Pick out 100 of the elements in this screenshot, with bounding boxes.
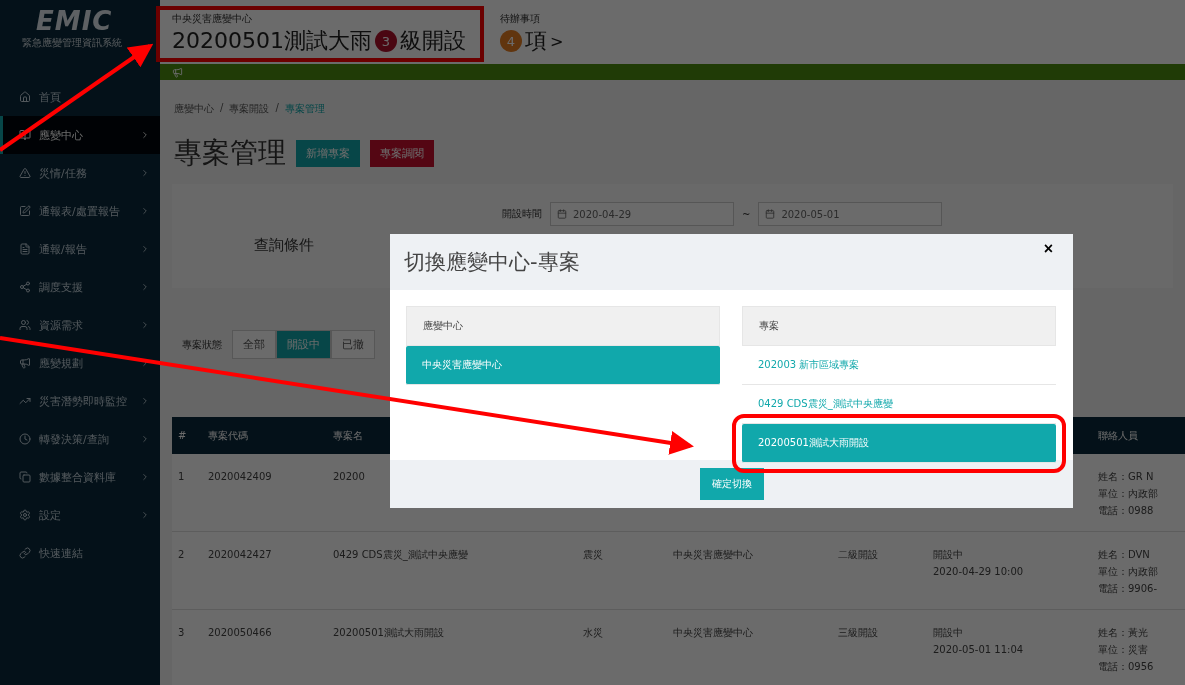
- todo-text: 項: [525, 27, 547, 55]
- column-header: 聯絡人員: [1097, 428, 1139, 443]
- todo-label: 待辦事項: [500, 12, 541, 26]
- date-field[interactable]: 2020-04-29: [550, 202, 734, 226]
- megaphone-icon: [19, 357, 31, 369]
- sidebar-item[interactable]: 首頁: [0, 78, 160, 116]
- level-text: 級開設: [400, 27, 466, 55]
- close-button[interactable]: ×: [1037, 240, 1059, 258]
- sidebar-item-label: 應變中心: [39, 127, 84, 143]
- query-title: 查詢條件: [254, 236, 314, 255]
- sidebar-item[interactable]: 應變規劃: [0, 344, 160, 382]
- logo-subtitle: 緊急應變管理資訊系統: [22, 36, 122, 50]
- chevron-icon: [140, 168, 150, 178]
- share-icon: [19, 281, 31, 293]
- table-cell-text: 1: [177, 470, 186, 484]
- sidebar-item-label: 通報表/處置報告: [39, 203, 121, 219]
- sidebar-item[interactable]: 災情/任務: [0, 154, 160, 192]
- column-heading: 專案: [742, 306, 1056, 346]
- chevron-icon: [140, 206, 150, 216]
- column-header[interactable]: 專案代碼: [202, 428, 327, 443]
- chevron-icon: [140, 510, 150, 520]
- contact-line: 姓名：DVN: [1097, 548, 1151, 562]
- status-filter-button[interactable]: 開設中: [276, 330, 331, 359]
- table-cell-text: 20200501測試大雨開設: [332, 626, 445, 640]
- calendar-icon: [557, 209, 567, 219]
- sidebar-item-label: 快速連結: [39, 545, 84, 561]
- chevron-icon: [140, 472, 150, 482]
- contact-line: 姓名：GR N: [1097, 470, 1155, 484]
- column-header: 專案名: [332, 428, 364, 443]
- center-option[interactable]: 中央災害應變中心: [406, 346, 720, 385]
- logo-text: EMIC: [35, 6, 113, 36]
- breadcrumb-separator: /: [275, 102, 279, 115]
- table-cell-text: 3: [177, 626, 186, 640]
- open-time: 2020-04-29 10:00: [932, 565, 1025, 579]
- sidebar-item[interactable]: 通報表/處置報告: [0, 192, 160, 230]
- contact-line: 電話：0988: [1097, 504, 1155, 518]
- status-filter-button[interactable]: 全部: [232, 330, 276, 359]
- contact-line: 單位：內政部: [1097, 565, 1159, 579]
- title-button[interactable]: 新增專案: [296, 139, 360, 167]
- table-cell-text: 0429 CDS震災_測試中央應變: [332, 548, 469, 563]
- trend-chart-icon: [19, 395, 31, 407]
- column-header: #: [177, 430, 188, 441]
- sidebar-item-label: 設定: [39, 507, 62, 523]
- chevron-icon: [140, 244, 150, 254]
- sidebar-item-label: 應變規劃: [39, 355, 84, 371]
- date-separator: ~: [742, 208, 751, 220]
- contact-line: 單位：災害: [1097, 643, 1149, 657]
- sidebar-item-label: 調度支援: [39, 279, 84, 295]
- contact-line: 單位：內政部: [1097, 487, 1159, 501]
- contact-line: 電話：9906-: [1097, 582, 1159, 596]
- sidebar-item[interactable]: 快速連結: [0, 534, 160, 572]
- breadcrumb-link[interactable]: 專案管理: [284, 102, 325, 116]
- page-title: 專案管理: [174, 135, 286, 171]
- contact-line: 電話：0956: [1097, 660, 1155, 674]
- copy-icon: [19, 471, 31, 483]
- date-value: 2020-04-29: [573, 208, 632, 220]
- document-icon: [19, 243, 31, 255]
- status-filter-label: 專案狀態: [182, 337, 222, 352]
- sidebar-item[interactable]: 通報/報告: [0, 230, 160, 268]
- people-icon: [19, 319, 31, 331]
- chevron-icon: [140, 434, 150, 444]
- table-cell-text: 2: [177, 548, 186, 562]
- status-text: 開設中: [932, 548, 964, 562]
- sidebar-item[interactable]: 調度支援: [0, 268, 160, 306]
- chevron-icon: [140, 320, 150, 330]
- warning-icon: [19, 167, 31, 179]
- date-field[interactable]: 2020-05-01: [758, 202, 943, 226]
- status-filter-button[interactable]: 已撤: [331, 330, 375, 359]
- column-heading: 應變中心: [406, 306, 720, 346]
- confirm-button[interactable]: 確定切換: [699, 468, 764, 500]
- open-time: 2020-05-01 11:04: [932, 643, 1025, 657]
- breadcrumb-separator: /: [220, 102, 224, 115]
- current-project-header[interactable]: 中央災害應變中心 20200501測試大雨 3 級開設: [160, 10, 480, 58]
- table-cell-text: 2020050466: [207, 626, 273, 640]
- table-cell-text: 中央災害應變中心: [672, 626, 754, 640]
- contact-line: 姓名：黃光: [1097, 626, 1149, 640]
- date-label: 開設時間: [502, 207, 542, 221]
- sidebar-item[interactable]: 數據整合資料庫: [0, 458, 160, 496]
- sidebar-item-label: 首頁: [39, 89, 62, 105]
- megaphone-icon: [172, 66, 183, 78]
- table-cell-text: 2020042409: [207, 470, 273, 484]
- link-icon: [19, 547, 31, 559]
- book-icon: [19, 129, 31, 141]
- dialog-title: 切換應變中心-專案: [404, 249, 580, 276]
- project-name: 20200501測試大雨: [172, 27, 372, 55]
- todo-link[interactable]: >: [550, 31, 564, 51]
- chevron-icon: [140, 396, 150, 406]
- table-cell-text: 震災: [582, 548, 604, 562]
- title-button[interactable]: 專案調閱: [370, 139, 434, 167]
- table-cell-text: 2020042427: [207, 548, 273, 562]
- table-cell-text: 20200: [332, 470, 366, 484]
- sidebar-item-label: 通報/報告: [39, 241, 88, 257]
- calendar-icon: [765, 209, 776, 219]
- edit-icon: [19, 205, 31, 217]
- sidebar-item[interactable]: 設定: [0, 496, 160, 534]
- level-badge: 3: [375, 30, 397, 52]
- sidebar-item[interactable]: 應變中心: [0, 116, 160, 154]
- status-text: 開設中: [932, 626, 964, 640]
- table-cell-text: 三級開設: [837, 626, 879, 640]
- sidebar-item[interactable]: 災害潛勢即時監控: [0, 382, 160, 420]
